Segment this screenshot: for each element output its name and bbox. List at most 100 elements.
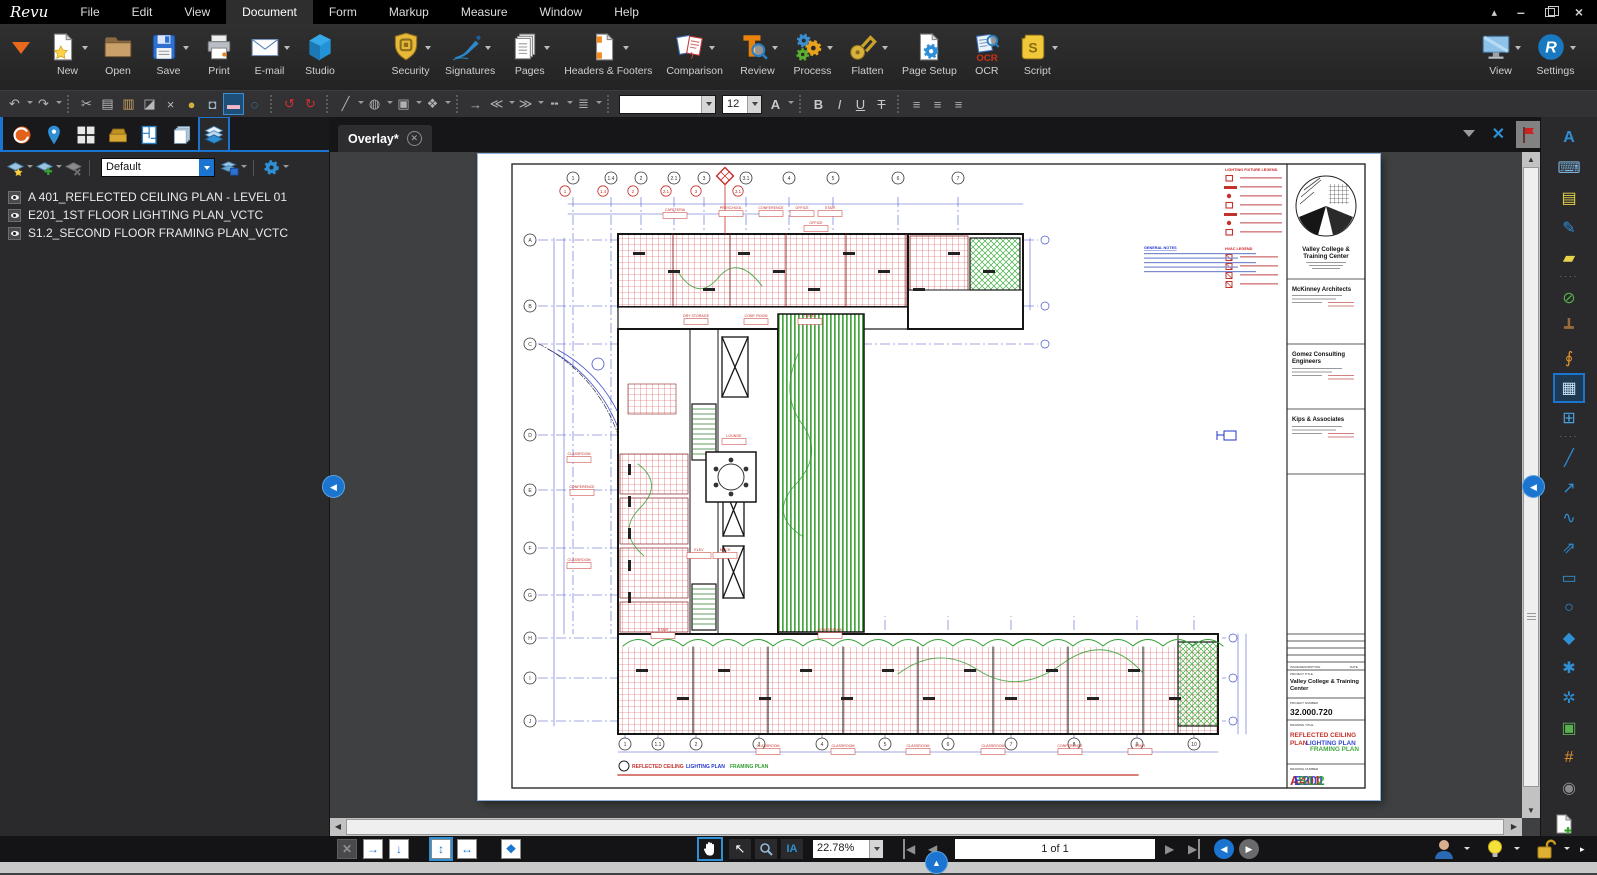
scroll-left-icon[interactable]: ◀ (330, 818, 346, 836)
fit-page-button[interactable]: ❖ (501, 839, 521, 859)
single-page-mode-button[interactable]: → (363, 839, 383, 859)
horizontal-scrollbar[interactable]: ◀ ▶ (330, 818, 1522, 836)
tab-overlay[interactable]: Overlay* ✕ (338, 125, 432, 152)
bottom-panel-expand-handle[interactable]: ▲ (925, 851, 948, 874)
stamp-tool-icon[interactable]: ┻ (1555, 315, 1583, 341)
next-view-button[interactable]: ▶ (1239, 839, 1259, 859)
menu-measure[interactable]: Measure (445, 0, 524, 24)
zoom-level-select[interactable]: 22.78% (812, 839, 884, 859)
fit-width-button[interactable]: ↔ (457, 839, 477, 859)
select-text-button[interactable]: ΙA (781, 839, 803, 859)
caret-icon[interactable] (1570, 46, 1576, 53)
bold-icon[interactable]: B (809, 94, 828, 114)
undo-icon[interactable]: ↶ (5, 94, 24, 114)
dash-style-icon[interactable]: ╍ (545, 94, 564, 114)
align-center-icon[interactable]: ≡ (928, 94, 947, 114)
text-tool-icon[interactable]: A (1555, 125, 1583, 151)
font-size-select[interactable]: 12 (722, 95, 762, 114)
close-icon[interactable]: × (1575, 4, 1583, 20)
line-tool-icon[interactable]: ╱ (1555, 445, 1583, 471)
menu-help[interactable]: Help (598, 0, 655, 24)
font-color-icon[interactable]: A (766, 94, 785, 114)
caret-icon[interactable] (241, 165, 247, 171)
markup-alert-button[interactable] (1516, 121, 1542, 148)
ellipse-tool-icon[interactable]: ○ (1555, 595, 1583, 621)
eraser-icon[interactable]: ▬ (224, 94, 243, 114)
next-page-button[interactable]: ▶ (1165, 839, 1174, 859)
caret-icon[interactable] (56, 101, 62, 107)
menu-view[interactable]: View (168, 0, 226, 24)
font-select-caret[interactable] (701, 96, 715, 113)
eraser-tool-icon[interactable]: ⊘ (1555, 285, 1583, 311)
indent-increase-icon[interactable]: ≫ (516, 94, 535, 114)
arrow-style-icon[interactable]: → (466, 94, 485, 114)
caret-icon[interactable] (1564, 847, 1570, 853)
italic-icon[interactable]: I (830, 94, 849, 114)
caret-icon[interactable] (82, 46, 88, 53)
cloud-plus-tool-icon[interactable]: ✲ (1555, 685, 1583, 711)
caret-icon[interactable] (416, 101, 422, 107)
resize-grip-icon[interactable]: ▸ (1580, 844, 1585, 855)
delete-layer-button[interactable] (64, 159, 83, 176)
lock-button[interactable] (1534, 839, 1556, 864)
caret-icon[interactable] (623, 46, 629, 53)
last-page-button[interactable]: ▶ (1188, 839, 1200, 859)
add-layer-button[interactable] (35, 159, 62, 176)
cut-icon[interactable]: ✂ (77, 94, 96, 114)
continuous-mode-button[interactable]: ↓ (389, 839, 409, 859)
caret-icon[interactable] (882, 46, 888, 53)
caret-icon[interactable] (538, 101, 544, 107)
tab-close-icon[interactable]: ✕ (407, 131, 422, 146)
right-panel-collapse-handle[interactable]: ◀ (1522, 475, 1545, 498)
review-button[interactable]: Review (730, 28, 785, 78)
fill-color-icon[interactable]: ◍ (365, 94, 384, 114)
headers-footers-button[interactable]: Headers & Footers (557, 28, 659, 78)
polyline-tool-icon[interactable]: ∿ (1555, 505, 1583, 531)
format-painter-icon[interactable]: ◪ (140, 94, 159, 114)
tab-list-caret-icon[interactable] (1463, 130, 1475, 143)
close-document-icon[interactable]: ✕ (1492, 124, 1505, 144)
security-button[interactable]: Security (383, 28, 438, 78)
tab-sets[interactable] (166, 120, 198, 150)
view-button[interactable]: View (1473, 28, 1528, 78)
scroll-down-icon[interactable]: ▼ (1522, 803, 1540, 818)
horizontal-scroll-thumb[interactable] (346, 819, 1504, 835)
visibility-eye-icon[interactable] (8, 191, 21, 204)
layer-profile-caret[interactable] (199, 159, 214, 176)
scroll-right-icon[interactable]: ▶ (1506, 818, 1522, 836)
collapse-ribbon-icon[interactable]: ▴ (1491, 6, 1497, 19)
page-setup-button[interactable]: Page Setup (895, 28, 964, 78)
caret-icon[interactable] (283, 165, 289, 171)
new-tab-button[interactable] (1548, 812, 1580, 838)
line-weight-icon[interactable]: ≣ (574, 94, 593, 114)
line-style-icon[interactable]: ╱ (336, 94, 355, 114)
highlighter-tool-icon[interactable]: ▰ (1555, 245, 1583, 271)
caret-icon[interactable] (27, 165, 33, 171)
caret-icon[interactable] (56, 165, 62, 171)
redo-icon[interactable]: ↷ (34, 94, 53, 114)
zoom-tool-button[interactable] (755, 839, 777, 859)
menu-form[interactable]: Form (313, 0, 373, 24)
caret-icon[interactable] (27, 101, 33, 107)
menu-file[interactable]: File (64, 0, 115, 24)
caret-icon[interactable] (425, 46, 431, 53)
underline-icon[interactable]: U (851, 94, 870, 114)
overlay-tool-icon[interactable]: ▦ (1555, 375, 1583, 401)
tab-file-access[interactable] (6, 120, 38, 150)
layer-row[interactable]: A 401_REFLECTED CEILING PLAN - LEVEL 01 (8, 188, 329, 206)
note-tool-icon[interactable]: ▤ (1555, 185, 1583, 211)
signatures-button[interactable]: Signatures (438, 28, 502, 78)
caret-icon[interactable] (509, 101, 515, 107)
page-indicator[interactable]: 1 of 1 (955, 839, 1155, 859)
caret-icon[interactable] (567, 101, 573, 107)
email-button[interactable]: E-mail (242, 28, 297, 78)
restore-icon[interactable] (1545, 8, 1555, 17)
settings-button[interactable]: R Settings (1528, 28, 1583, 78)
typewriter-tool-icon[interactable]: ⌨ (1555, 155, 1583, 181)
toolbar-flyout-icon[interactable] (12, 42, 30, 63)
strikethrough-icon[interactable]: T (872, 94, 891, 114)
layer-order-icon[interactable]: ▣ (394, 94, 413, 114)
save-button[interactable]: Save (141, 28, 196, 78)
tab-bookmarks[interactable] (38, 120, 70, 150)
pen-tool-icon[interactable]: ✎ (1555, 215, 1583, 241)
